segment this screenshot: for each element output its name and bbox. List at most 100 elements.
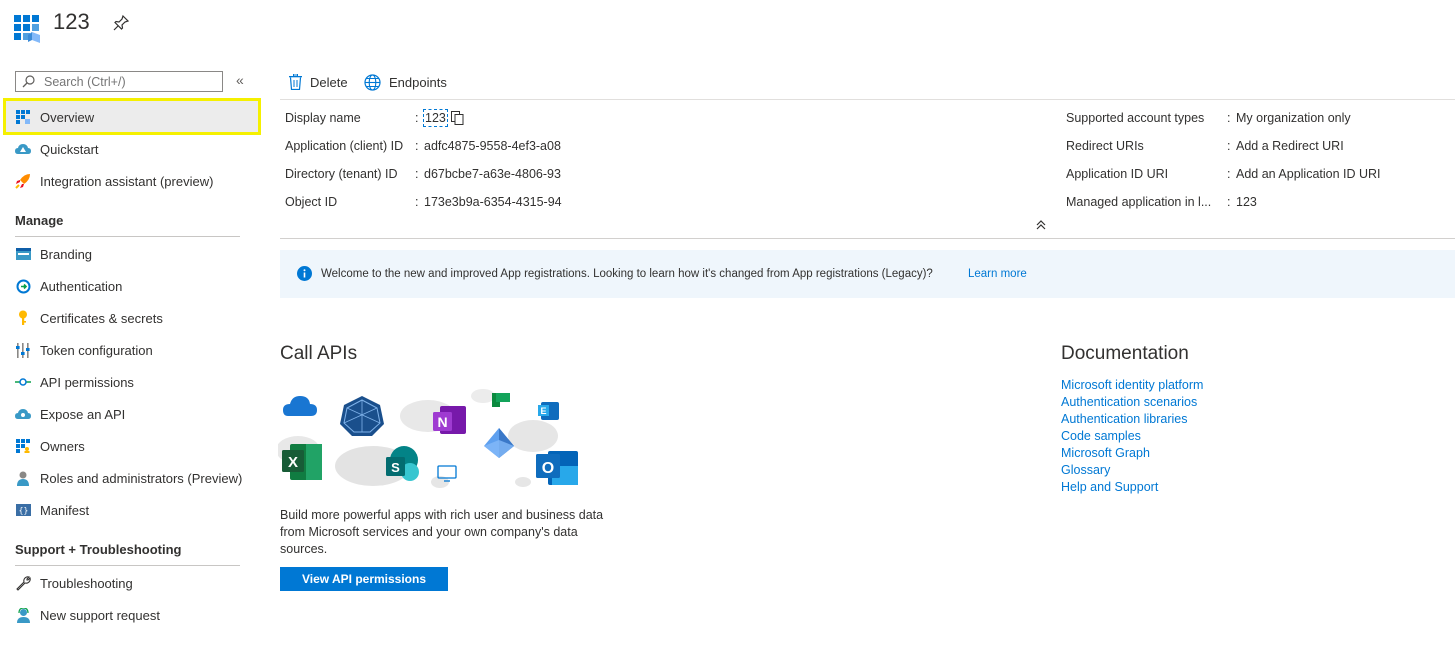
sidebar-item-label: Roles and administrators (Preview): [40, 470, 243, 486]
sidebar-item-integration-assistant[interactable]: Integration assistant (preview): [15, 170, 245, 192]
sidebar-item-manifest[interactable]: {} Manifest: [15, 499, 245, 521]
sidebar-item-label: Integration assistant (preview): [40, 173, 214, 189]
doc-link-auth-scenarios[interactable]: Authentication scenarios: [1061, 395, 1197, 409]
branding-icon: [15, 248, 31, 260]
essentials-divider: [280, 238, 1455, 239]
sidebar-item-token-configuration[interactable]: Token configuration: [15, 339, 245, 361]
api-permissions-icon: [15, 378, 31, 386]
microsoft-services-illustration-icon: N E X S O: [278, 389, 578, 488]
documentation-title: Documentation: [1061, 343, 1189, 364]
sidebar-item-roles-administrators[interactable]: Roles and administrators (Preview): [15, 467, 245, 489]
account-types-label: Supported account types: [1066, 111, 1205, 125]
svg-text:E: E: [540, 406, 546, 416]
svg-text:O: O: [542, 460, 554, 477]
app-id-uri-label: Application ID URI: [1066, 167, 1169, 181]
sidebar-item-label: Token configuration: [40, 342, 153, 358]
doc-link-auth-libraries[interactable]: Authentication libraries: [1061, 412, 1187, 426]
sidebar-item-quickstart[interactable]: Quickstart: [15, 138, 245, 160]
toolbar-divider: [280, 99, 1455, 100]
managed-app-label: Managed application in l...: [1066, 195, 1212, 209]
sidebar-item-label: Expose an API: [40, 406, 126, 422]
sidebar-item-expose-api[interactable]: Expose an API: [15, 403, 245, 425]
sidebar-item-api-permissions[interactable]: API permissions: [15, 371, 245, 393]
tenant-id-label: Directory (tenant) ID: [285, 167, 398, 181]
key-icon: [19, 310, 27, 325]
sidebar-item-label: Overview: [40, 109, 95, 125]
manage-section-title: Manage: [15, 213, 64, 228]
object-id-value: 173e3b9a-6354-4315-94: [424, 195, 562, 209]
svg-text:X: X: [288, 454, 298, 471]
sidebar-item-label: Certificates & secrets: [40, 310, 163, 326]
copy-icon[interactable]: [451, 111, 464, 125]
info-icon: [297, 266, 312, 281]
redirect-uris-label: Redirect URIs: [1066, 139, 1144, 153]
sidebar-item-label: Quickstart: [40, 141, 99, 157]
doc-link-help-support[interactable]: Help and Support: [1061, 480, 1158, 494]
token-icon: [16, 342, 30, 358]
call-apis-description: Build more powerful apps with rich user …: [280, 508, 604, 556]
learn-more-link[interactable]: Learn more: [968, 268, 1027, 280]
client-id-label: Application (client) ID: [285, 139, 404, 153]
client-id-value: adfc4875-9558-4ef3-a08: [424, 139, 561, 153]
manifest-icon: {}: [15, 504, 31, 516]
object-id-label: Object ID: [285, 195, 338, 209]
search-input[interactable]: [44, 73, 219, 90]
sidebar-item-label: Owners: [40, 438, 85, 454]
sidebar-item-label: Manifest: [40, 502, 90, 518]
doc-link-glossary[interactable]: Glossary: [1061, 463, 1110, 477]
doc-link-microsoft-graph[interactable]: Microsoft Graph: [1061, 446, 1150, 460]
delete-button[interactable]: Delete: [289, 73, 348, 91]
app-registration-icon: [14, 15, 40, 43]
doc-link-identity-platform[interactable]: Microsoft identity platform: [1061, 378, 1203, 392]
redirect-uri-link[interactable]: Add a Redirect URI: [1236, 139, 1344, 153]
sidebar-item-label: New support request: [40, 607, 160, 623]
search-icon: [22, 75, 35, 88]
trash-icon: [289, 74, 302, 90]
tenant-id-value: d67bcbe7-a63e-4806-93: [424, 167, 561, 181]
owners-icon: [16, 439, 30, 453]
svg-text:{}: {}: [18, 506, 28, 515]
support-section-title: Support + Troubleshooting: [15, 542, 182, 557]
sidebar-item-authentication[interactable]: Authentication: [15, 275, 245, 297]
globe-icon: [364, 73, 381, 91]
sidebar-item-label: API permissions: [40, 374, 134, 390]
sidebar-item-new-support-request[interactable]: New support request: [15, 604, 245, 626]
rocket-icon: [15, 174, 30, 189]
sidebar-item-label: Authentication: [40, 278, 123, 294]
display-name-link[interactable]: 123: [423, 109, 448, 127]
sidebar-item-branding[interactable]: Branding: [15, 243, 245, 265]
section-divider: [15, 236, 240, 237]
managed-app-link[interactable]: 123: [1236, 195, 1257, 209]
quickstart-icon: [15, 144, 31, 154]
call-apis-title: Call APIs: [280, 343, 358, 364]
roles-icon: [17, 471, 29, 486]
sidebar-item-owners[interactable]: Owners: [15, 435, 245, 457]
expose-api-icon: [15, 409, 31, 419]
banner-text: Welcome to the new and improved App regi…: [321, 268, 933, 280]
collapse-essentials-icon[interactable]: [1035, 219, 1047, 231]
section-divider: [15, 565, 240, 566]
display-name-label: Display name: [285, 111, 361, 125]
view-api-permissions-button[interactable]: View API permissions: [280, 567, 448, 591]
svg-text:S: S: [391, 460, 400, 475]
wrench-icon: [15, 575, 31, 591]
search-box[interactable]: [15, 71, 223, 92]
authentication-icon: [16, 279, 30, 293]
endpoints-button[interactable]: Endpoints: [364, 73, 447, 91]
endpoints-label: Endpoints: [389, 74, 447, 90]
svg-text:N: N: [437, 414, 447, 430]
delete-label: Delete: [310, 74, 348, 90]
doc-link-code-samples[interactable]: Code samples: [1061, 429, 1141, 443]
page-title: 123: [53, 9, 90, 34]
pin-icon[interactable]: [112, 14, 130, 32]
sidebar-item-label: Troubleshooting: [40, 575, 133, 591]
overview-icon: [16, 110, 30, 124]
sidebar-item-troubleshooting[interactable]: Troubleshooting: [15, 572, 245, 594]
sidebar-item-overview[interactable]: Overview: [15, 106, 245, 128]
sidebar-item-label: Branding: [40, 246, 93, 262]
collapse-sidebar-button[interactable]: «: [236, 72, 244, 88]
sidebar-item-certificates-secrets[interactable]: Certificates & secrets: [15, 307, 245, 329]
account-types-link[interactable]: My organization only: [1236, 111, 1351, 125]
support-icon: [16, 607, 30, 623]
app-id-uri-link[interactable]: Add an Application ID URI: [1236, 167, 1381, 181]
